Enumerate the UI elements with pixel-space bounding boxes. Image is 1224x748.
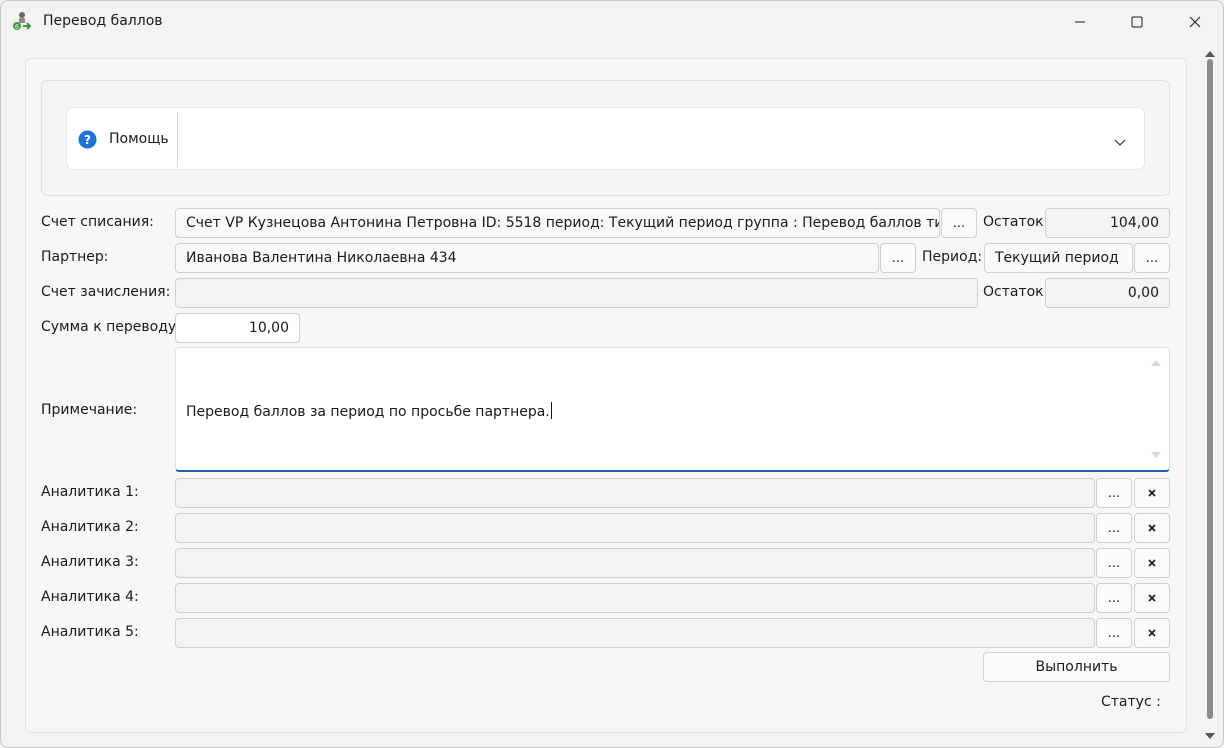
help-question-icon: ? (78, 130, 97, 149)
amount-input[interactable]: 10,00 (175, 313, 300, 343)
analytics-3-clear-button[interactable] (1134, 548, 1170, 578)
period-label: Период: (922, 249, 983, 265)
analytics-2-field (175, 513, 1095, 543)
debit-balance-field: 104,00 (1045, 208, 1170, 238)
credit-balance-label: Остаток: (983, 284, 1049, 300)
help-separator (177, 112, 178, 166)
analytics-4-field (175, 583, 1095, 613)
chevron-down-icon[interactable] (1112, 137, 1128, 149)
maximize-button[interactable] (1114, 7, 1160, 37)
analytics-4-browse-button[interactable]: ... (1096, 583, 1132, 613)
clear-x-icon (1148, 625, 1156, 641)
note-label: Примечание: (41, 402, 138, 418)
note-textarea[interactable]: Перевод баллов за период по просьбе парт… (175, 347, 1170, 472)
analytics-1-field (175, 478, 1095, 508)
close-button[interactable] (1172, 7, 1218, 37)
scroll-up-arrow-icon[interactable] (1151, 354, 1161, 370)
credit-account-field (175, 278, 978, 308)
minimize-button[interactable] (1057, 7, 1103, 37)
window-title: Перевод баллов (43, 13, 163, 29)
scrollbar-thumb[interactable] (1207, 59, 1213, 719)
analytics-2-clear-button[interactable] (1134, 513, 1170, 543)
debit-account-label: Счет списания: (41, 214, 154, 230)
partner-field[interactable]: Иванова Валентина Николаевна 434 (175, 243, 879, 273)
analytics-5-browse-button[interactable]: ... (1096, 618, 1132, 648)
clear-x-icon (1148, 590, 1156, 606)
close-icon (1189, 16, 1201, 28)
analytics-4-label: Аналитика 4: (41, 589, 139, 605)
help-label: Помощь (109, 131, 169, 147)
clear-x-icon (1148, 520, 1156, 536)
execute-button[interactable]: Выполнить (983, 652, 1170, 682)
analytics-3-field (175, 548, 1095, 578)
scroll-down-arrow-icon[interactable] (1151, 448, 1161, 464)
analytics-3-label: Аналитика 3: (41, 554, 139, 570)
period-field[interactable]: Текущий период (984, 243, 1133, 273)
svg-text:б: б (15, 24, 19, 31)
debit-balance-label: Остаток: (983, 214, 1049, 230)
period-browse-button[interactable]: ... (1134, 243, 1170, 273)
analytics-4-clear-button[interactable] (1134, 583, 1170, 613)
partner-label: Партнер: (41, 249, 109, 265)
credit-account-label: Счет зачисления: (41, 284, 171, 300)
scroll-down-arrow-icon[interactable] (1205, 729, 1215, 745)
analytics-3-browse-button[interactable]: ... (1096, 548, 1132, 578)
status-label: Статус : (1101, 694, 1161, 710)
amount-label: Сумма к переводу: (41, 319, 181, 335)
clear-x-icon (1148, 485, 1156, 501)
analytics-1-label: Аналитика 1: (41, 484, 139, 500)
analytics-1-browse-button[interactable]: ... (1096, 478, 1132, 508)
note-text: Перевод баллов за период по просьбе парт… (186, 402, 552, 420)
minimize-icon (1074, 16, 1086, 28)
debit-account-browse-button[interactable]: ... (941, 208, 977, 238)
analytics-5-label: Аналитика 5: (41, 624, 139, 640)
maximize-icon (1131, 16, 1143, 28)
debit-account-field[interactable]: Счет VP Кузнецова Антонина Петровна ID: … (175, 208, 940, 238)
app-icon: б (11, 11, 33, 33)
title-bar[interactable]: б Перевод баллов (1, 1, 1223, 45)
analytics-5-clear-button[interactable] (1134, 618, 1170, 648)
credit-balance-field: 0,00 (1045, 278, 1170, 308)
analytics-5-field (175, 618, 1095, 648)
help-expander[interactable] (66, 107, 1145, 170)
analytics-2-browse-button[interactable]: ... (1096, 513, 1132, 543)
analytics-1-clear-button[interactable] (1134, 478, 1170, 508)
svg-text:?: ? (84, 133, 91, 147)
analytics-2-label: Аналитика 2: (41, 519, 139, 535)
window: б Перевод баллов ? Помощь Счет списания:… (0, 0, 1224, 748)
partner-browse-button[interactable]: ... (880, 243, 916, 273)
clear-x-icon (1148, 555, 1156, 571)
